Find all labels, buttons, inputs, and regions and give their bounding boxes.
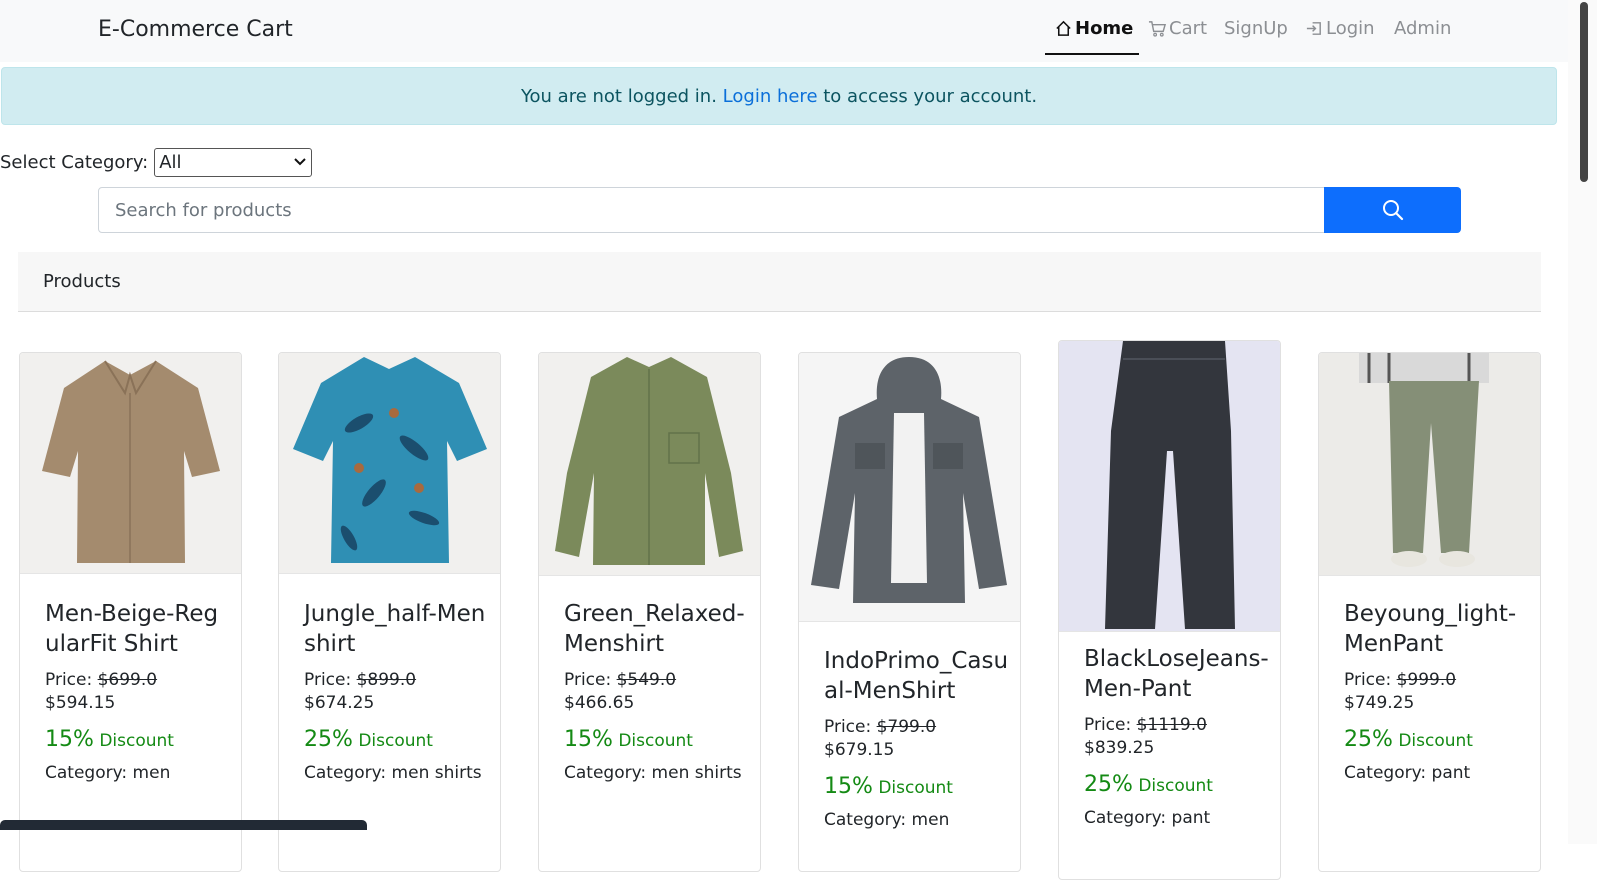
search-button[interactable] bbox=[1324, 187, 1461, 233]
old-price: $799.0 bbox=[876, 717, 937, 737]
product-name[interactable]: Beyoung_light-MenPant bbox=[1344, 599, 1530, 659]
price-label: Price: bbox=[824, 717, 872, 737]
price-label: Price: bbox=[304, 670, 352, 690]
product-price: Price: $899.0 $674.25 bbox=[304, 669, 490, 715]
discount-percent: 25% bbox=[1344, 727, 1393, 752]
category-label: Select Category: bbox=[0, 151, 149, 173]
products-header: Products bbox=[18, 252, 1541, 312]
product-name[interactable]: BlackLoseJeans-Men-Pant bbox=[1084, 644, 1270, 704]
product-image[interactable] bbox=[20, 353, 241, 574]
product-image[interactable] bbox=[799, 353, 1020, 622]
product-name[interactable]: IndoPrimo_Casual-MenShirt bbox=[824, 646, 1010, 706]
discount: 15% Discount bbox=[45, 727, 231, 752]
new-price: $679.15 bbox=[824, 740, 895, 760]
product-card[interactable]: Jungle_half-Menshirt Price: $899.0 $674.… bbox=[278, 352, 501, 872]
category-row: Select Category: All bbox=[0, 147, 313, 177]
discount-percent: 25% bbox=[304, 727, 353, 752]
product-card[interactable]: Men-Beige-RegularFit Shirt Price: $699.0… bbox=[19, 352, 242, 872]
old-price: $549.0 bbox=[616, 670, 677, 690]
top-navbar: E-Commerce Cart Home Cart SignUp Login A… bbox=[0, 0, 1568, 62]
login-alert: You are not logged in. Login here to acc… bbox=[1, 67, 1557, 125]
category-selected-value: All bbox=[159, 151, 182, 173]
discount-label: Discount bbox=[1138, 776, 1213, 796]
product-category: Category: men shirts bbox=[304, 763, 482, 783]
product-category: Category: men bbox=[45, 763, 171, 783]
product-price: Price: $1119.0 $839.25 bbox=[1084, 714, 1270, 760]
new-price: $594.15 bbox=[45, 693, 116, 713]
nav-admin[interactable]: Admin bbox=[1394, 18, 1451, 39]
search-input[interactable]: Search for products bbox=[98, 187, 1325, 233]
old-price: $899.0 bbox=[356, 670, 417, 690]
chevron-down-icon bbox=[294, 158, 306, 166]
product-name[interactable]: Men-Beige-RegularFit Shirt bbox=[45, 599, 231, 659]
new-price: $674.25 bbox=[304, 693, 375, 713]
old-price: $1119.0 bbox=[1136, 715, 1207, 735]
nav-signup-label: SignUp bbox=[1224, 18, 1288, 39]
nav-home[interactable]: Home bbox=[1054, 18, 1133, 39]
cart-icon bbox=[1148, 21, 1167, 37]
product-price: Price: $999.0 $749.25 bbox=[1344, 669, 1530, 715]
login-icon bbox=[1306, 22, 1321, 35]
login-here-link[interactable]: Login here bbox=[723, 86, 818, 107]
discount-label: Discount bbox=[358, 731, 433, 751]
product-card[interactable]: BlackLoseJeans-Men-Pant Price: $1119.0 $… bbox=[1058, 340, 1281, 880]
old-price: $999.0 bbox=[1396, 670, 1457, 690]
price-label: Price: bbox=[1344, 670, 1392, 690]
product-image[interactable] bbox=[279, 353, 500, 574]
discount-percent: 15% bbox=[824, 774, 873, 799]
discount-label: Discount bbox=[618, 731, 693, 751]
page-scrollbar[interactable] bbox=[1568, 0, 1597, 844]
product-category: Category: men shirts bbox=[564, 763, 742, 783]
product-image[interactable] bbox=[539, 353, 760, 576]
product-name[interactable]: Jungle_half-Menshirt bbox=[304, 599, 490, 659]
price-label: Price: bbox=[1084, 715, 1132, 735]
scrollbar-thumb[interactable] bbox=[1580, 2, 1588, 182]
discount: 25% Discount bbox=[1344, 727, 1530, 752]
alert-text-after: to access your account. bbox=[823, 86, 1038, 107]
nav-signup[interactable]: SignUp bbox=[1224, 18, 1288, 39]
nav-cart[interactable]: Cart bbox=[1148, 18, 1207, 39]
nav-login-label: Login bbox=[1326, 18, 1375, 39]
price-label: Price: bbox=[564, 670, 612, 690]
discount-label: Discount bbox=[1398, 731, 1473, 751]
discount-percent: 15% bbox=[564, 727, 613, 752]
nav-login[interactable]: Login bbox=[1305, 18, 1375, 39]
nav-admin-label: Admin bbox=[1394, 18, 1452, 39]
discount: 25% Discount bbox=[304, 727, 490, 752]
product-name[interactable]: Green_Relaxed-Menshirt bbox=[564, 599, 750, 659]
alert-text-before: You are not logged in. bbox=[520, 86, 717, 107]
new-price: $749.25 bbox=[1344, 693, 1415, 713]
bottom-overlay-bar bbox=[0, 820, 367, 830]
active-tab-underline bbox=[1045, 53, 1139, 55]
discount-percent: 25% bbox=[1084, 772, 1133, 797]
search-icon bbox=[1382, 200, 1403, 221]
discount-label: Discount bbox=[878, 778, 953, 798]
product-category: Category: pant bbox=[1344, 763, 1471, 783]
new-price: $466.65 bbox=[564, 693, 635, 713]
nav-cart-label: Cart bbox=[1169, 18, 1208, 39]
product-category: Category: men bbox=[824, 810, 950, 830]
product-image[interactable] bbox=[1319, 353, 1540, 576]
product-price: Price: $799.0 $679.15 bbox=[824, 716, 1010, 762]
product-price: Price: $699.0 $594.15 bbox=[45, 669, 231, 715]
category-select[interactable]: All bbox=[154, 147, 313, 177]
brand-title[interactable]: E-Commerce Cart bbox=[98, 17, 293, 42]
old-price: $699.0 bbox=[97, 670, 158, 690]
product-card[interactable]: Green_Relaxed-Menshirt Price: $549.0 $46… bbox=[538, 352, 761, 872]
nav-home-label: Home bbox=[1075, 18, 1134, 39]
product-price: Price: $549.0 $466.65 bbox=[564, 669, 750, 715]
product-category: Category: pant bbox=[1084, 808, 1211, 828]
discount-label: Discount bbox=[99, 731, 174, 751]
search-bar: Search for products bbox=[98, 187, 1461, 233]
house-icon bbox=[1056, 20, 1071, 36]
discount: 15% Discount bbox=[564, 727, 750, 752]
discount: 15% Discount bbox=[824, 774, 1010, 799]
product-card[interactable]: Beyoung_light-MenPant Price: $999.0 $749… bbox=[1318, 352, 1541, 872]
product-card[interactable]: IndoPrimo_Casual-MenShirt Price: $799.0 … bbox=[798, 352, 1021, 872]
discount-percent: 15% bbox=[45, 727, 94, 752]
new-price: $839.25 bbox=[1084, 738, 1155, 758]
product-image[interactable] bbox=[1059, 341, 1280, 632]
discount: 25% Discount bbox=[1084, 772, 1270, 797]
price-label: Price: bbox=[45, 670, 93, 690]
